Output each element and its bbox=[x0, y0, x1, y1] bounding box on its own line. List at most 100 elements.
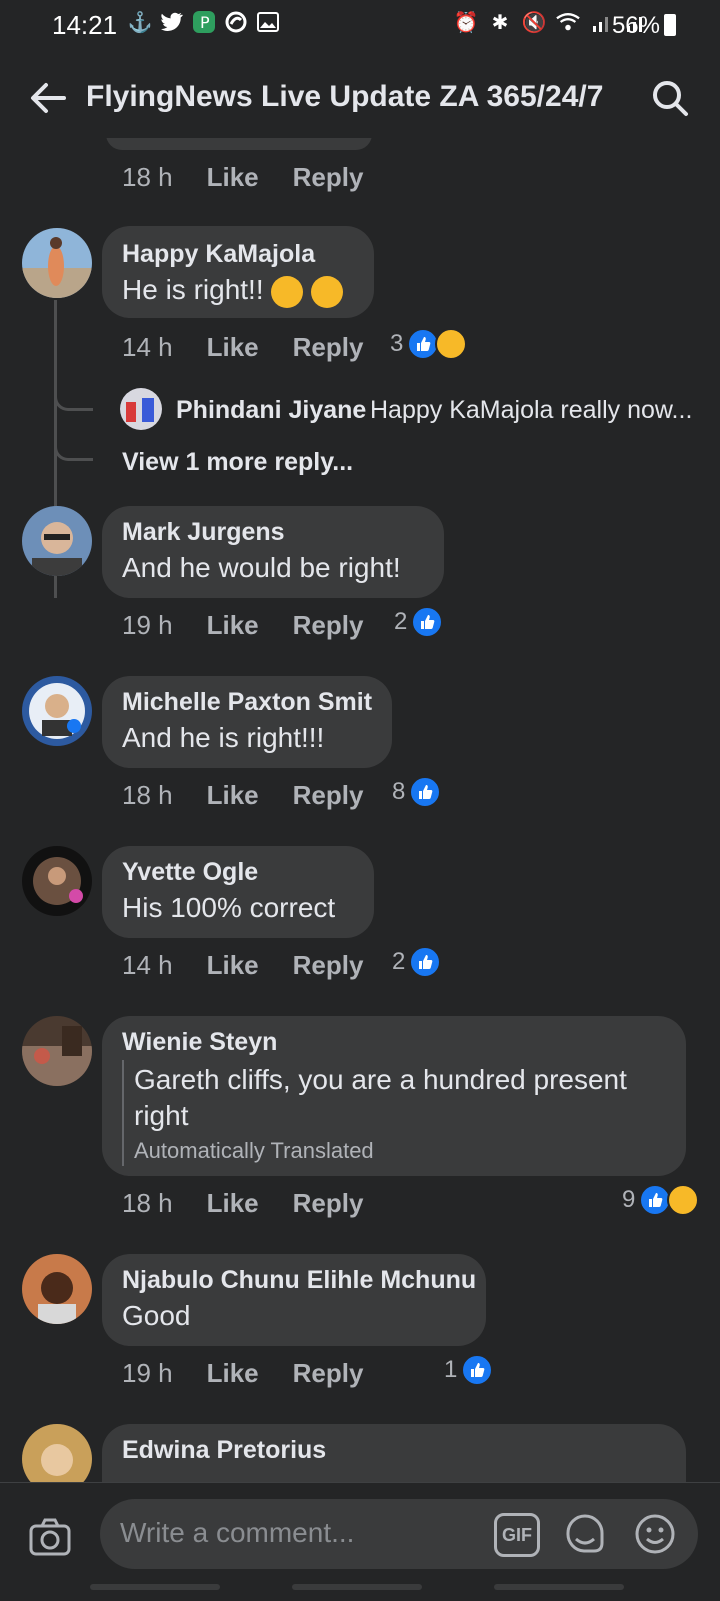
previous-comment-bubble bbox=[106, 138, 372, 150]
comment-author[interactable]: Yvette Ogle bbox=[122, 858, 258, 887]
reaction-count[interactable]: 3 bbox=[390, 328, 468, 360]
comment-text: And he is right!!! bbox=[122, 722, 325, 753]
comment-placeholder: Write a comment... bbox=[120, 1517, 355, 1548]
bluetooth-icon: ✱ bbox=[491, 11, 509, 34]
mute-icon: 🔇 bbox=[521, 11, 547, 34]
signal-icon-1 bbox=[590, 10, 614, 34]
comment-input[interactable]: Write a comment... GIF bbox=[100, 1499, 698, 1569]
comment-time: 18 h bbox=[122, 162, 173, 192]
like-button[interactable]: Like bbox=[207, 1358, 259, 1389]
comment-time: 14 h bbox=[122, 950, 173, 980]
nav-indicator[interactable] bbox=[90, 1584, 220, 1590]
twitter-icon bbox=[160, 10, 184, 34]
reaction-count[interactable]: 2 bbox=[392, 946, 442, 978]
battery-icon bbox=[664, 14, 676, 36]
back-arrow-icon[interactable] bbox=[28, 78, 68, 118]
reaction-count[interactable]: 9 bbox=[622, 1184, 700, 1216]
gallery-icon bbox=[256, 10, 280, 34]
comment-meta: 18 h Like Reply bbox=[122, 780, 363, 811]
like-reaction-icon bbox=[461, 1354, 494, 1386]
alarm-icon: ⏰ bbox=[453, 11, 479, 34]
reply-button[interactable]: Reply bbox=[293, 332, 364, 363]
notification-icon: ⚓ bbox=[127, 11, 153, 34]
comment-text: He is right!! bbox=[122, 274, 344, 308]
comment-meta: 19 h Like Reply bbox=[122, 610, 363, 641]
previous-comment-meta: 18 h Like Reply bbox=[122, 162, 363, 193]
care-reaction-icon bbox=[435, 328, 468, 360]
reaction-count[interactable]: 2 bbox=[394, 606, 444, 638]
comment-time: 14 h bbox=[122, 332, 173, 362]
app-p-icon: P bbox=[192, 10, 216, 34]
reply-button[interactable]: Reply bbox=[293, 1358, 364, 1389]
comment-author[interactable]: Happy KaMajola bbox=[122, 240, 315, 269]
comments-feed[interactable]: 18 h Like Reply Happy KaMajola He is rig… bbox=[0, 138, 720, 1482]
comment-time: 19 h bbox=[122, 610, 173, 640]
comment-meta: 18 h Like Reply bbox=[122, 1188, 363, 1219]
like-button[interactable]: Like bbox=[207, 332, 259, 363]
translation-bar bbox=[122, 1060, 124, 1166]
nav-indicator[interactable] bbox=[494, 1584, 624, 1590]
avatar[interactable] bbox=[22, 676, 92, 746]
translated-label[interactable]: Automatically Translated bbox=[134, 1138, 374, 1164]
eye-roll-emoji-icon bbox=[271, 275, 304, 308]
reply-button[interactable]: Reply bbox=[293, 780, 364, 811]
like-button[interactable]: Like bbox=[207, 610, 259, 641]
comment-author[interactable]: Edwina Pretorius bbox=[122, 1436, 326, 1465]
page-title: FlyingNews Live Update ZA 365/24/7 bbox=[86, 80, 604, 113]
reaction-count[interactable]: 8 bbox=[392, 776, 442, 808]
sync-icon bbox=[224, 10, 248, 34]
reply-button[interactable]: Reply bbox=[293, 1188, 364, 1219]
like-button[interactable]: Like bbox=[207, 950, 259, 981]
svg-text:P: P bbox=[200, 13, 210, 32]
like-reaction-icon bbox=[409, 946, 442, 978]
comment-text-line-2: right bbox=[134, 1100, 189, 1131]
gif-button[interactable]: GIF bbox=[494, 1513, 540, 1557]
emoji-icon[interactable] bbox=[634, 1513, 676, 1555]
reply-button[interactable]: Reply bbox=[293, 610, 364, 641]
reply-author[interactable]: Phindani Jiyane bbox=[176, 396, 366, 425]
avatar[interactable] bbox=[22, 1254, 92, 1324]
comment-author[interactable]: Wienie Steyn bbox=[122, 1028, 277, 1057]
comment-text: His 100% correct bbox=[122, 892, 336, 923]
thread-branch bbox=[54, 370, 93, 411]
view-more-replies-link[interactable]: View 1 more reply... bbox=[122, 448, 353, 477]
reaction-count[interactable]: 1 bbox=[444, 1354, 494, 1386]
comment-author[interactable]: Mark Jurgens bbox=[122, 518, 285, 547]
eye-roll-emoji-icon bbox=[311, 275, 344, 308]
comment-author[interactable]: Njabulo Chunu Elihle Mchunu bbox=[122, 1266, 476, 1295]
comment-text-line-1: Gareth cliffs, you are a hundred present bbox=[134, 1064, 627, 1095]
search-icon[interactable] bbox=[650, 78, 690, 118]
avatar[interactable] bbox=[22, 846, 92, 916]
comment-meta: 14 h Like Reply bbox=[122, 332, 363, 363]
sticker-icon[interactable] bbox=[564, 1513, 604, 1553]
comment-author[interactable]: Michelle Paxton Smit bbox=[122, 688, 372, 717]
camera-icon[interactable] bbox=[28, 1517, 72, 1557]
comment-text: Good bbox=[122, 1300, 191, 1331]
nav-indicator[interactable] bbox=[292, 1584, 422, 1590]
avatar[interactable] bbox=[22, 1016, 92, 1086]
comment-time: 18 h bbox=[122, 780, 173, 810]
reply-button[interactable]: Reply bbox=[293, 162, 364, 193]
battery-percent: 56% bbox=[611, 12, 660, 39]
reply-text: Happy KaMajola really now... bbox=[370, 396, 693, 424]
comment-time: 19 h bbox=[122, 1358, 173, 1388]
status-bar: 14:21 ⚓ P ⏰ ✱ 🔇 56% bbox=[0, 0, 720, 52]
avatar[interactable] bbox=[22, 1424, 92, 1482]
like-button[interactable]: Like bbox=[207, 1188, 259, 1219]
like-button[interactable]: Like bbox=[207, 780, 259, 811]
comment-text: And he would be right! bbox=[122, 552, 401, 583]
comment-meta: 19 h Like Reply bbox=[122, 1358, 363, 1389]
comment-time: 18 h bbox=[122, 1188, 173, 1218]
avatar[interactable] bbox=[120, 388, 162, 430]
like-button[interactable]: Like bbox=[207, 162, 259, 193]
care-reaction-icon bbox=[667, 1184, 700, 1216]
avatar[interactable] bbox=[22, 506, 92, 576]
reply-button[interactable]: Reply bbox=[293, 950, 364, 981]
avatar[interactable] bbox=[22, 228, 92, 298]
comment-meta: 14 h Like Reply bbox=[122, 950, 363, 981]
thread-branch bbox=[54, 420, 93, 461]
like-reaction-icon bbox=[409, 776, 442, 808]
like-reaction-icon bbox=[411, 606, 444, 638]
wifi-icon bbox=[556, 10, 580, 34]
header-bar: FlyingNews Live Update ZA 365/24/7 bbox=[0, 60, 720, 138]
